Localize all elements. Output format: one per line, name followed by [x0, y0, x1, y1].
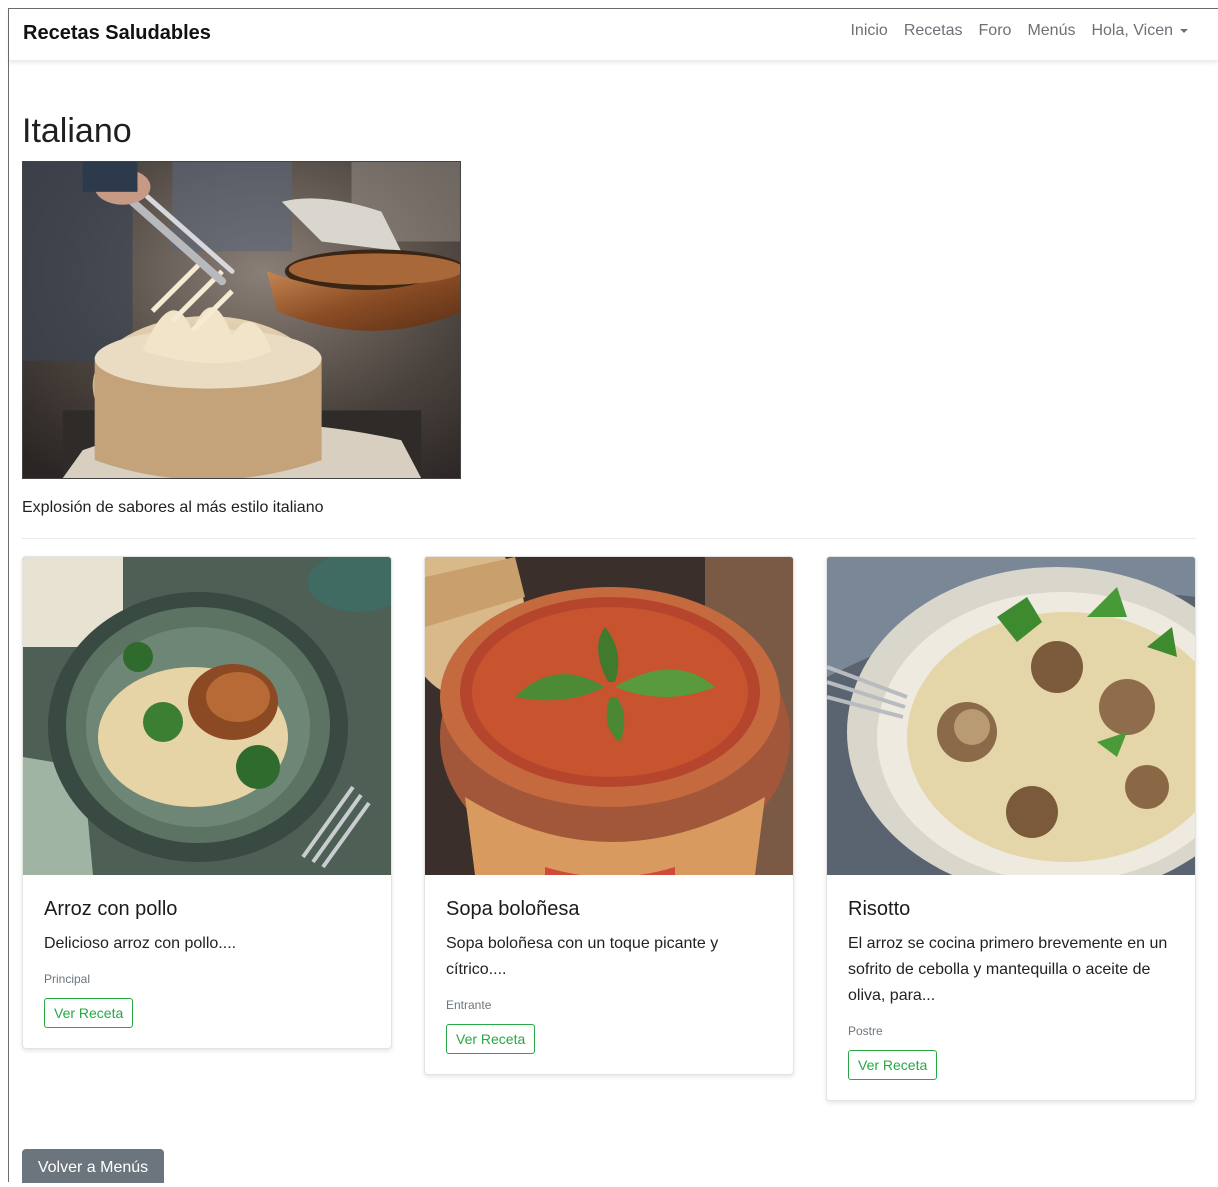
user-greeting: Hola, Vicen — [1091, 22, 1173, 39]
recipe-description: El arroz se cocina primero brevemente en… — [848, 935, 1168, 1004]
card-body: Sopa boloñesa Sopa boloñesa con un toque… — [425, 875, 793, 1074]
user-dropdown[interactable]: Hola, Vicen — [1091, 22, 1188, 40]
nav-link-recetas[interactable]: Recetas — [904, 22, 963, 40]
recipe-image — [23, 557, 391, 875]
caret-down-icon — [1180, 28, 1188, 33]
recipe-title: Sopa boloñesa — [446, 898, 580, 920]
recipe-title: Arroz con pollo — [44, 898, 178, 920]
recipe-description: Sopa boloñesa con un toque picante y cít… — [446, 935, 719, 978]
page-title: Italiano — [22, 112, 132, 150]
recipe-title: Risotto — [848, 898, 911, 920]
recipe-category: Entrante — [446, 998, 492, 1012]
menu-description: Explosión de sabores al más estilo itali… — [22, 499, 324, 516]
nav-link-foro[interactable]: Foro — [979, 22, 1012, 40]
recipe-description: Delicioso arroz con pollo.... — [44, 935, 237, 952]
view-recipe-button[interactable]: Ver Receta — [848, 1050, 938, 1080]
nav-link-menus[interactable]: Menús — [1027, 22, 1075, 40]
nav-link-inicio[interactable]: Inicio — [850, 22, 887, 40]
divider — [22, 538, 1196, 539]
recipe-card: Arroz con pollo Delicioso arroz con poll… — [22, 556, 392, 1049]
card-body: Risotto El arroz se cocina primero breve… — [827, 875, 1195, 1100]
back-to-menus-button[interactable]: Volver a Menús — [22, 1149, 164, 1183]
navbar: Recetas Saludables Inicio Recetas Foro M… — [9, 9, 1218, 61]
recipe-category: Postre — [848, 1024, 883, 1038]
recipe-category: Principal — [44, 972, 91, 986]
nav-links: Inicio Recetas Foro Menús Hola, Vicen — [850, 22, 1188, 40]
view-recipe-button[interactable]: Ver Receta — [44, 998, 134, 1028]
view-recipe-button[interactable]: Ver Receta — [446, 1024, 536, 1054]
recipe-image — [827, 557, 1195, 875]
recipe-card: Risotto El arroz se cocina primero breve… — [826, 556, 1196, 1101]
card-body: Arroz con pollo Delicioso arroz con poll… — [23, 875, 391, 1048]
recipe-image — [425, 557, 793, 875]
recipe-card: Sopa boloñesa Sopa boloñesa con un toque… — [424, 556, 794, 1075]
menu-hero-image — [22, 161, 461, 479]
brand[interactable]: Recetas Saludables — [23, 22, 211, 45]
